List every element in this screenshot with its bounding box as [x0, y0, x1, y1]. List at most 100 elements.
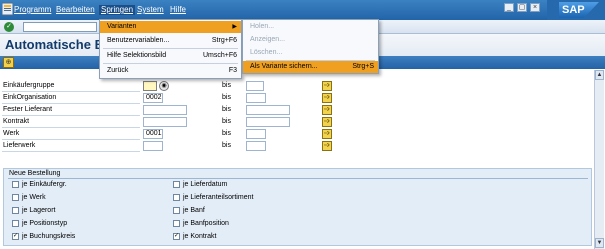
checkbox-label: je Positionstyp — [22, 220, 68, 227]
menu-item-anzeigen: Anzeigen... — [243, 34, 378, 46]
checkbox-box[interactable] — [173, 194, 180, 201]
menu-item-shortcut: F3 — [228, 67, 237, 74]
label-fester-lieferant: Fester Lieferant — [3, 106, 53, 113]
row-divider — [2, 151, 140, 152]
group-divider — [8, 178, 588, 179]
checkbox-je-kontrakt[interactable]: ✓ je Kontrakt — [173, 233, 216, 240]
checkbox-box[interactable] — [173, 181, 180, 188]
checkbox-label: je Banf — [183, 207, 205, 214]
menu-bearbeiten[interactable]: Bearbeiten — [56, 5, 95, 15]
checkbox-box-checked[interactable]: ✓ — [173, 233, 180, 240]
vertical-scrollbar[interactable]: ▲ ▼ — [594, 70, 604, 249]
checkbox-label: je Buchungskreis — [22, 233, 76, 240]
menu-item-benutzervariablen[interactable]: Benutzervariablen... Strg+F6 — [100, 35, 241, 47]
checkbox-box[interactable] — [12, 194, 19, 201]
checkbox-label: je Lieferanteilsortiment — [183, 194, 254, 201]
menu-item-label: Holen... — [250, 23, 275, 30]
sap-window-icon[interactable] — [2, 2, 13, 16]
fester-lieferant-from-input[interactable] — [143, 105, 187, 115]
menu-item-holen: Holen... — [243, 21, 378, 33]
menu-springen[interactable]: Springen — [99, 5, 136, 15]
label-einkorganisation: EinkOrganisation — [3, 94, 57, 101]
checkbox-je-einkaeufergr[interactable]: je Einkäufergr. — [12, 181, 67, 188]
multiple-selection-arrow-icon[interactable]: ➩ — [322, 81, 332, 91]
checkbox-box[interactable] — [173, 207, 180, 214]
scroll-up-icon[interactable]: ▲ — [595, 70, 604, 80]
sap-brand-area: SAP — [547, 0, 605, 20]
checkbox-box[interactable] — [12, 220, 19, 227]
fester-lieferant-to-input[interactable] — [246, 105, 290, 115]
row-divider — [2, 127, 140, 128]
checkbox-je-lagerort[interactable]: je Lagerort — [12, 207, 55, 214]
kontrakt-from-input[interactable] — [143, 117, 187, 127]
menu-separator — [103, 48, 238, 49]
checkbox-label: je Einkäufergr. — [22, 181, 67, 188]
label-einkaeufergruppe: Einkäufergruppe — [3, 82, 55, 89]
bis-label: bis — [222, 130, 231, 137]
checkbox-je-werk[interactable]: je Werk — [12, 194, 46, 201]
row-divider — [2, 139, 140, 140]
kontrakt-to-input[interactable] — [246, 117, 290, 127]
command-field[interactable] — [23, 22, 97, 32]
werk-to-input[interactable] — [246, 129, 266, 139]
checkbox-label: je Lieferdatum — [183, 181, 228, 188]
checkbox-je-buchungskreis[interactable]: ✓ je Buchungskreis — [12, 233, 75, 240]
einkorganisation-to-input[interactable] — [246, 93, 266, 103]
execute-icon[interactable]: ⊕ — [3, 57, 14, 68]
checkbox-je-banfposition[interactable]: je Banfposition — [173, 220, 229, 227]
multiple-selection-arrow-icon[interactable]: ➩ — [322, 129, 332, 139]
menu-programm[interactable]: Programm — [14, 5, 51, 15]
menu-item-shortcut: Strg+F6 — [211, 37, 237, 44]
menu-item-zurueck[interactable]: Zurück F3 — [100, 65, 241, 77]
label-kontrakt: Kontrakt — [3, 118, 30, 125]
search-help-icon[interactable]: ◉ — [159, 81, 169, 91]
close-button[interactable]: × — [530, 3, 540, 12]
menu-item-als-variante-sichern[interactable]: Als Variante sichern... Strg+S — [243, 61, 378, 73]
einkaeufergruppe-from-input[interactable] — [143, 81, 157, 91]
multiple-selection-arrow-icon[interactable]: ➩ — [322, 141, 332, 151]
menubar: Programm Bearbeiten Springen System Hilf… — [0, 0, 605, 20]
row-divider — [2, 103, 140, 104]
menu-item-label: Anzeigen... — [250, 36, 286, 43]
checkbox-je-positionstyp[interactable]: je Positionstyp — [12, 220, 67, 227]
checkbox-label: je Kontrakt — [183, 233, 217, 240]
lieferwerk-to-input[interactable] — [246, 141, 266, 151]
multiple-selection-arrow-icon[interactable]: ➩ — [322, 117, 332, 127]
checkbox-box[interactable] — [12, 181, 19, 188]
neue-bestellung-group: Neue Bestellung je Einkäufergr. je Werk … — [3, 168, 592, 246]
menu-system[interactable]: System — [137, 5, 164, 15]
checkbox-label: je Lagerort — [22, 207, 56, 214]
multiple-selection-arrow-icon[interactable]: ➩ — [322, 93, 332, 103]
bis-label: bis — [222, 82, 231, 89]
einkorganisation-from-input[interactable]: 0002 — [143, 93, 163, 103]
menu-item-label: Löschen... — [250, 49, 283, 56]
minimize-button[interactable]: _ — [504, 3, 514, 12]
menu-item-label: Zurück — [107, 67, 129, 74]
checkbox-box[interactable] — [12, 207, 19, 214]
checkbox-je-banf[interactable]: je Banf — [173, 207, 205, 214]
maximize-button[interactable]: ▢ — [517, 3, 527, 12]
menu-item-loeschen: Löschen... — [243, 47, 378, 59]
menu-separator — [103, 63, 238, 64]
checkbox-box[interactable] — [173, 220, 180, 227]
menu-item-varianten[interactable]: Varianten ▶ — [100, 21, 241, 33]
menu-item-label: Hilfe Selektionsbild — [107, 52, 167, 59]
multiple-selection-arrow-icon[interactable]: ➩ — [322, 105, 332, 115]
menu-hilfe[interactable]: Hilfe — [170, 5, 186, 15]
sap-logo: SAP — [559, 2, 599, 18]
bis-label: bis — [222, 94, 231, 101]
checkbox-box-checked[interactable]: ✓ — [12, 233, 19, 240]
lieferwerk-from-input[interactable] — [143, 141, 163, 151]
scroll-down-icon[interactable]: ▼ — [595, 238, 604, 248]
werk-from-input[interactable]: 0001 — [143, 129, 163, 139]
menu-item-label: Benutzervariablen... — [107, 37, 170, 44]
menu-item-label: Als Variante sichern... — [250, 63, 318, 70]
checkbox-je-lieferanteilsortiment[interactable]: je Lieferanteilsortiment — [173, 194, 253, 201]
enter-check-icon[interactable]: ✓ — [4, 22, 14, 32]
label-werk: Werk — [3, 130, 20, 137]
menu-item-hilfe-selektionsbild[interactable]: Hilfe Selektionsbild Umsch+F6 — [100, 50, 241, 62]
checkbox-je-lieferdatum[interactable]: je Lieferdatum — [173, 181, 227, 188]
checkbox-label: je Werk — [22, 194, 46, 201]
springen-menu: Varianten ▶ Benutzervariablen... Strg+F6… — [99, 19, 242, 79]
einkaeufergruppe-to-input[interactable] — [246, 81, 264, 91]
